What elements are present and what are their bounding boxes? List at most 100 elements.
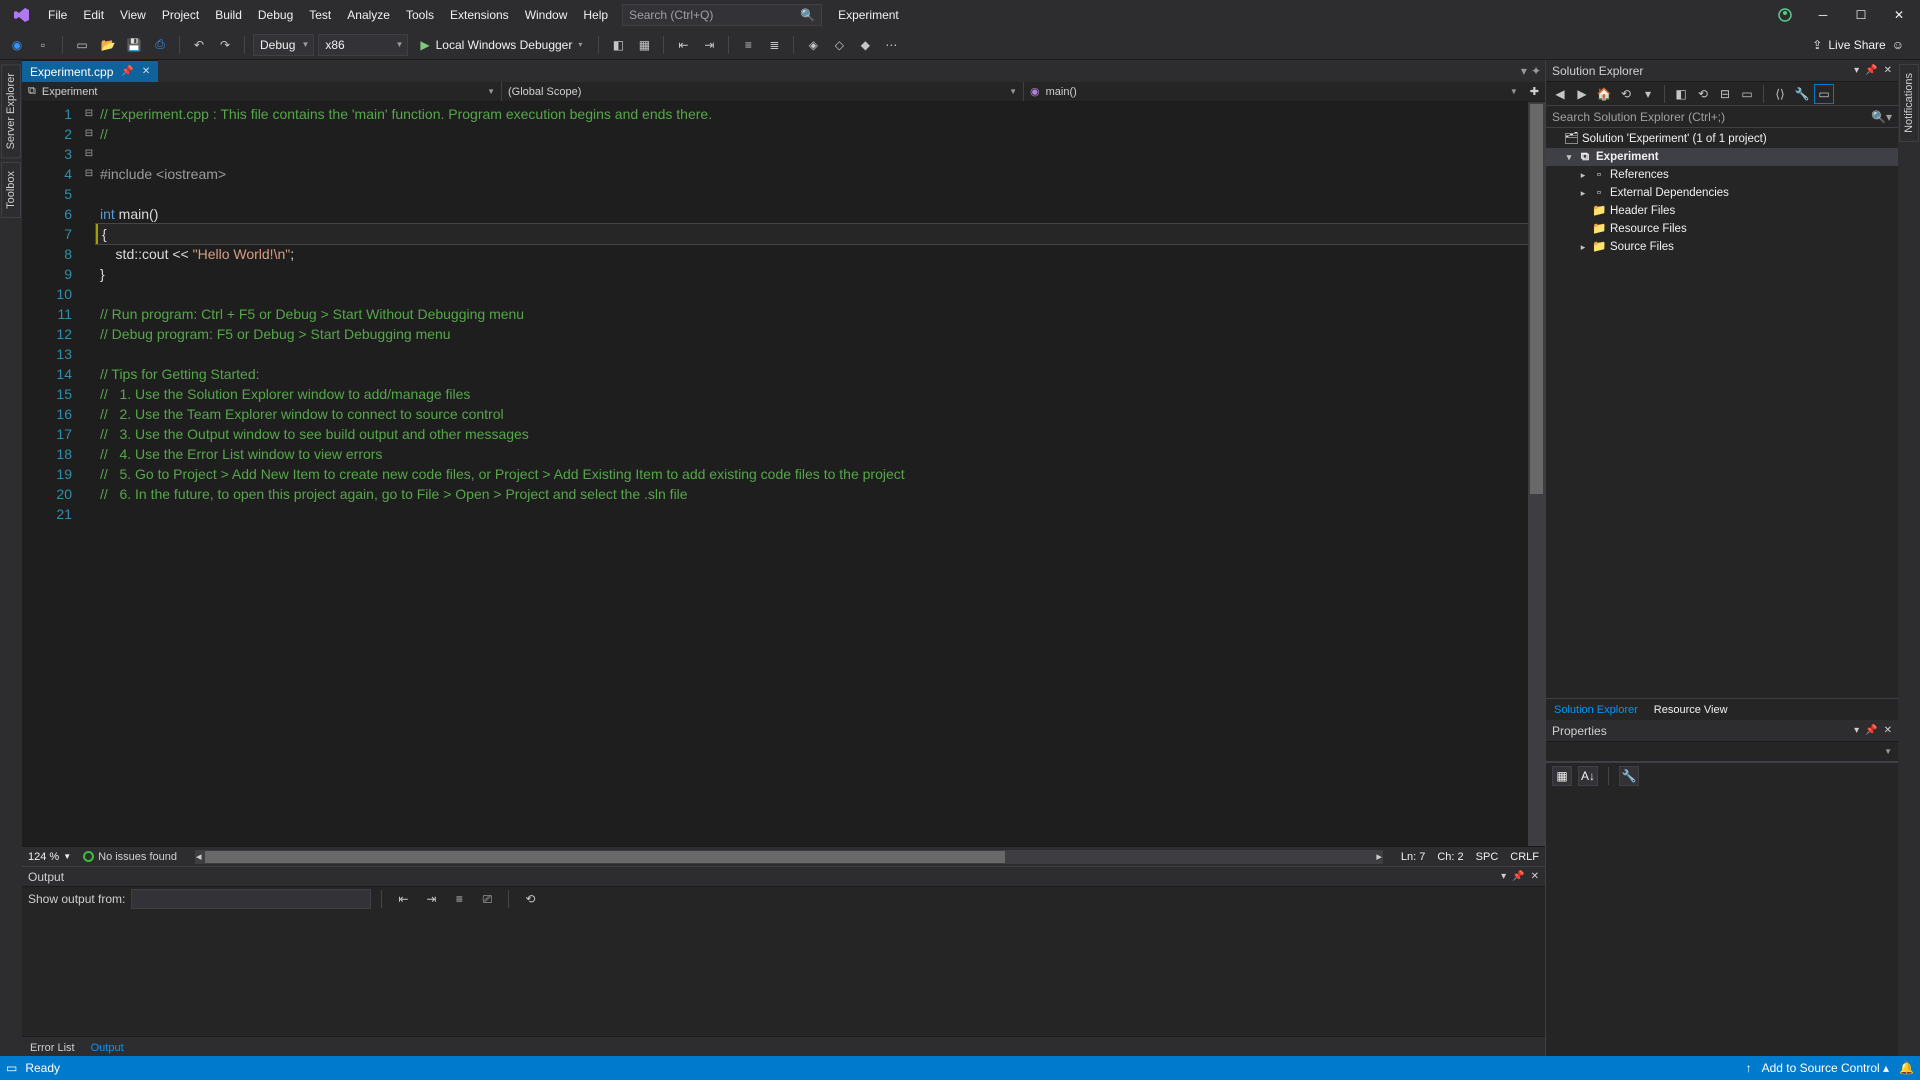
menu-extensions[interactable]: Extensions [442, 4, 517, 26]
document-tab-active[interactable]: Experiment.cpp 📌 ✕ [22, 60, 158, 82]
indent-mode[interactable]: SPC [1476, 851, 1499, 863]
tree-node[interactable]: 📁Resource Files [1546, 220, 1898, 238]
props-object-combo[interactable]: ▼ [1546, 742, 1898, 762]
minimize-button[interactable]: ─ [1806, 2, 1840, 28]
split-icon[interactable]: ✚ [1530, 85, 1539, 98]
se-home-icon[interactable]: 🏠 [1594, 84, 1614, 104]
add-source-control[interactable]: Add to Source Control ▴ [1762, 1061, 1889, 1075]
fold-column[interactable]: ⊟⊟⊟⊟ [82, 102, 96, 846]
tree-node[interactable]: 📁Header Files [1546, 202, 1898, 220]
notifications-tab[interactable]: Notifications [1899, 64, 1919, 142]
toolbar-icon[interactable]: ⇥ [698, 34, 720, 56]
feedback-icon[interactable]: ☺ [1892, 38, 1904, 52]
categorized-icon[interactable]: ▦ [1552, 766, 1572, 786]
editor-hscrollbar[interactable]: ◂▸ [195, 850, 1383, 864]
se-icon[interactable]: ⟨⟩ [1770, 84, 1790, 104]
tree-node[interactable]: ▸📁Source Files [1546, 238, 1898, 256]
se-fwd-icon[interactable]: ▶ [1572, 84, 1592, 104]
pin-icon[interactable]: 📌 [1865, 725, 1877, 736]
output-source-combo[interactable] [131, 889, 371, 909]
open-file-button[interactable]: 📂 [97, 34, 119, 56]
close-icon[interactable]: ✕ [1531, 871, 1539, 882]
toolbox-tab[interactable]: Toolbox [1, 162, 21, 218]
account-icon[interactable] [1768, 2, 1802, 28]
props-pages-icon[interactable]: 🔧 [1619, 766, 1639, 786]
alphabetical-icon[interactable]: A↓ [1578, 766, 1598, 786]
toolbar-icon[interactable]: ≡ [737, 34, 759, 56]
close-icon[interactable]: ✕ [1884, 725, 1892, 736]
close-tab-icon[interactable]: ✕ [142, 66, 150, 77]
server-explorer-tab[interactable]: Server Explorer [1, 64, 21, 158]
output-icon[interactable]: ⎚ [476, 888, 498, 910]
toolbar-icon[interactable]: ◆ [854, 34, 876, 56]
output-icon[interactable]: ≡ [448, 888, 470, 910]
code-editor[interactable]: 123456789101112131415161718192021 ⊟⊟⊟⊟ /… [22, 102, 1545, 846]
save-all-button[interactable]: ⎙ [149, 34, 171, 56]
notification-bell-icon[interactable]: 🔔 [1899, 1061, 1914, 1075]
resource-view-tab[interactable]: Resource View [1646, 702, 1736, 718]
pin-icon[interactable]: 📌 [121, 66, 133, 77]
toolbar-icon[interactable]: ◇ [828, 34, 850, 56]
nav-scope-combo[interactable]: (Global Scope)▼ [502, 82, 1024, 101]
code-body[interactable]: // Experiment.cpp : This file contains t… [96, 102, 1528, 846]
issues-indicator[interactable]: No issues found [83, 851, 177, 863]
toolbar-icon[interactable]: ▦ [633, 34, 655, 56]
se-icon[interactable]: ▾ [1638, 84, 1658, 104]
solution-explorer-tab[interactable]: Solution Explorer [1546, 702, 1646, 718]
solution-tree[interactable]: 🗂Solution 'Experiment' (1 of 1 project)▾… [1546, 128, 1898, 698]
tree-node[interactable]: ▸▫References [1546, 166, 1898, 184]
save-button[interactable]: 💾 [123, 34, 145, 56]
se-back-icon[interactable]: ◀ [1550, 84, 1570, 104]
tab-settings-icon[interactable]: ✦ [1531, 64, 1541, 78]
pin-icon[interactable]: 📌 [1865, 65, 1877, 76]
menu-help[interactable]: Help [575, 4, 616, 26]
menu-build[interactable]: Build [207, 4, 250, 26]
zoom-level[interactable]: 124 %▼ [28, 851, 71, 863]
close-button[interactable]: ✕ [1882, 2, 1916, 28]
error-list-tab[interactable]: Error List [22, 1040, 83, 1056]
tree-node[interactable]: ▸▫External Dependencies [1546, 184, 1898, 202]
start-debug-button[interactable]: ▶Local Windows Debugger▾ [412, 34, 590, 56]
se-icon[interactable]: ▭ [1737, 84, 1757, 104]
tab-overflow-icon[interactable]: ▾ [1521, 64, 1527, 78]
toolbar-icon[interactable]: ⋯ [880, 34, 902, 56]
output-icon[interactable]: ⇥ [420, 888, 442, 910]
redo-button[interactable]: ↷ [214, 34, 236, 56]
menu-project[interactable]: Project [154, 4, 207, 26]
menu-analyze[interactable]: Analyze [339, 4, 398, 26]
output-icon[interactable]: ⟲ [519, 888, 541, 910]
editor-scrollbar[interactable] [1528, 102, 1545, 846]
configuration-combo[interactable]: Debug▼ [253, 34, 314, 56]
panel-menu-icon[interactable]: ▾ [1854, 65, 1859, 76]
menu-test[interactable]: Test [301, 4, 339, 26]
back-button[interactable]: ◉ [6, 34, 28, 56]
tree-node[interactable]: ▾⧉Experiment [1546, 148, 1898, 166]
undo-button[interactable]: ↶ [188, 34, 210, 56]
live-share-button[interactable]: ⇪ Live Share ☺ [1802, 38, 1914, 52]
output-icon[interactable]: ⇤ [392, 888, 414, 910]
menu-tools[interactable]: Tools [398, 4, 442, 26]
solution-explorer-search[interactable]: Search Solution Explorer (Ctrl+;) 🔍▾ [1546, 106, 1898, 128]
menu-file[interactable]: File [40, 4, 75, 26]
panel-menu-icon[interactable]: ▾ [1501, 871, 1506, 882]
pin-icon[interactable]: 📌 [1512, 871, 1524, 882]
nav-project-combo[interactable]: ⧉Experiment▼ [22, 82, 502, 101]
nav-member-combo[interactable]: ◉main()▼✚ [1024, 82, 1545, 101]
toolbar-icon[interactable]: ⇤ [672, 34, 694, 56]
se-icon[interactable]: ⟲ [1693, 84, 1713, 104]
menu-debug[interactable]: Debug [250, 4, 301, 26]
se-preview-icon[interactable]: ▭ [1814, 84, 1834, 104]
global-search-input[interactable]: Search (Ctrl+Q) 🔍 [622, 4, 822, 26]
menu-edit[interactable]: Edit [75, 4, 112, 26]
se-sync-icon[interactable]: ⟲ [1616, 84, 1636, 104]
forward-button[interactable]: ▫ [32, 34, 54, 56]
eol-mode[interactable]: CRLF [1510, 851, 1539, 863]
toolbar-icon[interactable]: ≣ [763, 34, 785, 56]
platform-combo[interactable]: x86▼ [318, 34, 408, 56]
menu-view[interactable]: View [112, 4, 154, 26]
menu-window[interactable]: Window [517, 4, 576, 26]
tree-node[interactable]: 🗂Solution 'Experiment' (1 of 1 project) [1546, 130, 1898, 148]
output-tab[interactable]: Output [83, 1040, 132, 1056]
toolbar-icon[interactable]: ◈ [802, 34, 824, 56]
publish-icon[interactable]: ↑ [1746, 1061, 1752, 1075]
